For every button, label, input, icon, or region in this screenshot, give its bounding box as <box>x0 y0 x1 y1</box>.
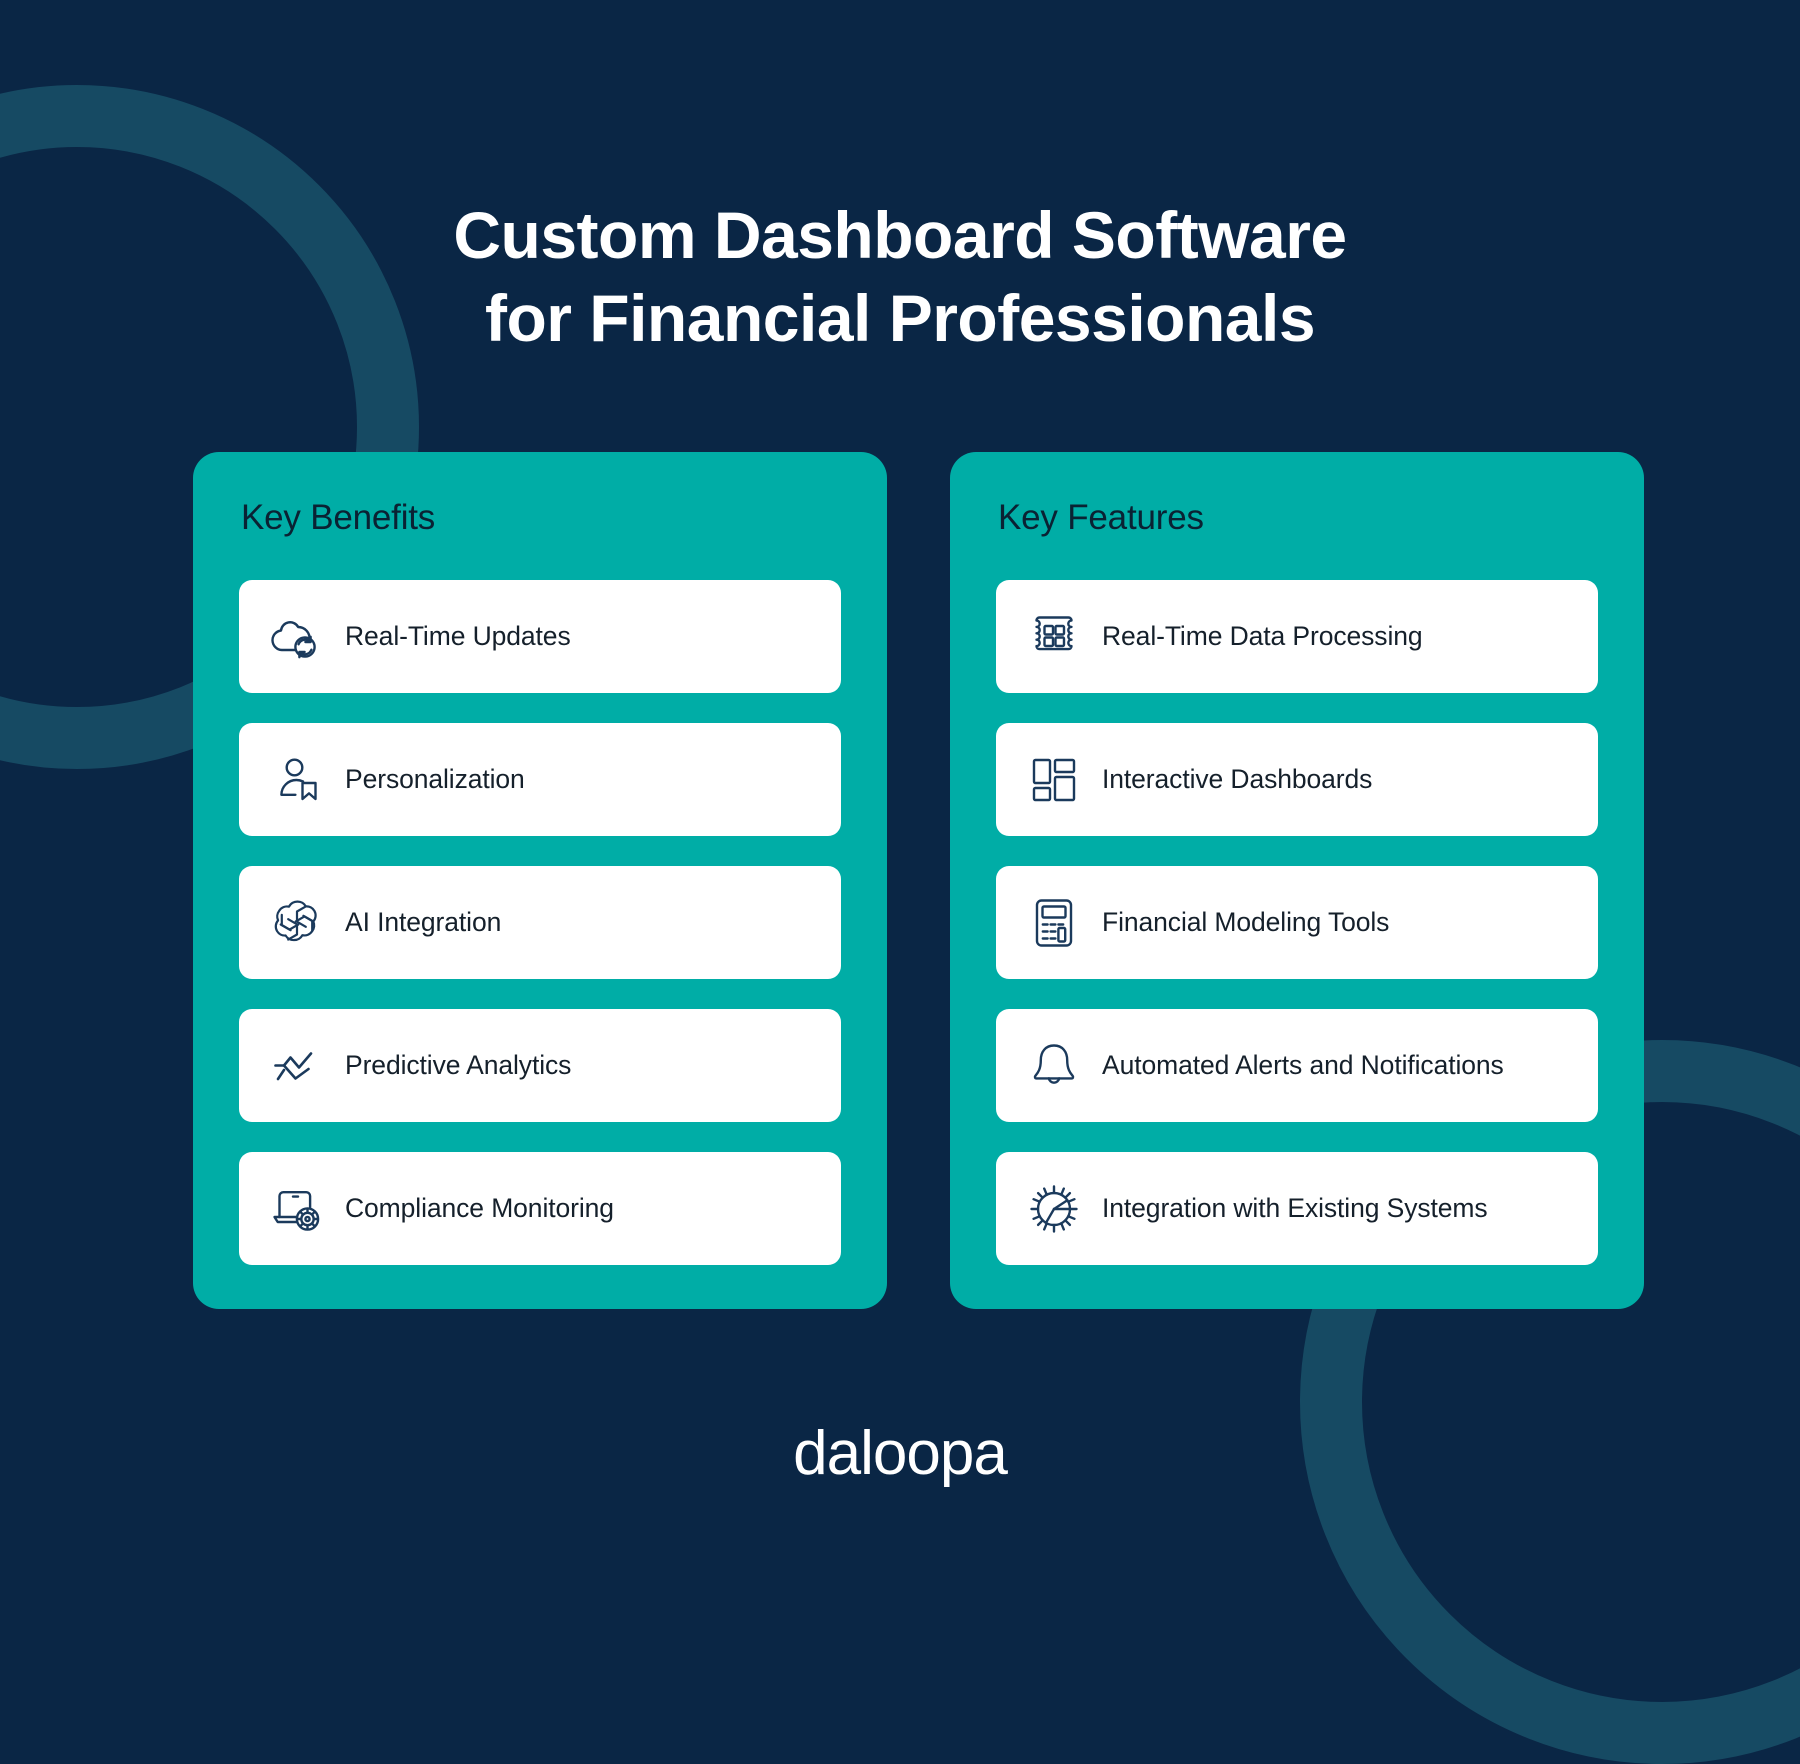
cloud-sync-icon <box>265 605 329 669</box>
panel-key-features: Key Features Real-Time Data Processing I… <box>950 452 1644 1309</box>
list-item-real-time-updates[interactable]: Real-Time Updates <box>239 580 841 693</box>
bell-icon <box>1022 1034 1086 1098</box>
list-item-compliance-monitoring[interactable]: Compliance Monitoring <box>239 1152 841 1265</box>
features-list: Real-Time Data Processing Interactive Da… <box>996 580 1598 1265</box>
panels-container: Key Benefits Real-Time Updates Personali… <box>193 452 1645 1309</box>
list-item-label: Personalization <box>345 763 525 794</box>
page-title-line-2: for Financial Professionals <box>484 280 1316 355</box>
list-item-automated-alerts[interactable]: Automated Alerts and Notifications <box>996 1009 1598 1122</box>
person-bookmark-icon <box>265 748 329 812</box>
hub-gear-icon <box>1022 1177 1086 1241</box>
calculator-icon <box>1022 891 1086 955</box>
panel-title-key-benefits: Key Benefits <box>241 498 436 537</box>
list-item-ai-integration[interactable]: AI Integration <box>239 866 841 979</box>
list-item-label: Integration with Existing Systems <box>1102 1192 1488 1223</box>
list-item-label: Real-Time Data Processing <box>1102 620 1423 651</box>
list-item-personalization[interactable]: Personalization <box>239 723 841 836</box>
panel-key-benefits: Key Benefits Real-Time Updates Personali… <box>193 452 887 1309</box>
list-item-label: Interactive Dashboards <box>1102 763 1373 794</box>
page-title-line-1: Custom Dashboard Software <box>453 198 1347 273</box>
page-title: Custom Dashboard Software for Financial … <box>0 194 1800 359</box>
list-item-integration-existing-systems[interactable]: Integration with Existing Systems <box>996 1152 1598 1265</box>
daloopa-logo: daloopa <box>793 1419 1008 1488</box>
list-item-financial-modeling-tools[interactable]: Financial Modeling Tools <box>996 866 1598 979</box>
infographic-page: Custom Dashboard Software for Financial … <box>0 0 1800 1592</box>
openai-knot-icon <box>265 891 329 955</box>
list-item-interactive-dashboards[interactable]: Interactive Dashboards <box>996 723 1598 836</box>
list-item-real-time-data-processing[interactable]: Real-Time Data Processing <box>996 580 1598 693</box>
list-item-label: AI Integration <box>345 906 502 937</box>
trend-line-icon <box>265 1034 329 1098</box>
list-item-label: Automated Alerts and Notifications <box>1102 1049 1504 1080</box>
dashboard-layout-icon <box>1022 748 1086 812</box>
processor-chip-icon <box>1022 605 1086 669</box>
benefits-list: Real-Time Updates Personalization AI Int… <box>239 580 841 1265</box>
panel-title-key-features: Key Features <box>998 498 1204 537</box>
list-item-label: Financial Modeling Tools <box>1102 906 1390 937</box>
list-item-label: Compliance Monitoring <box>345 1192 614 1223</box>
list-item-predictive-analytics[interactable]: Predictive Analytics <box>239 1009 841 1122</box>
laptop-gear-icon <box>265 1177 329 1241</box>
list-item-label: Predictive Analytics <box>345 1049 572 1080</box>
list-item-label: Real-Time Updates <box>345 620 571 651</box>
